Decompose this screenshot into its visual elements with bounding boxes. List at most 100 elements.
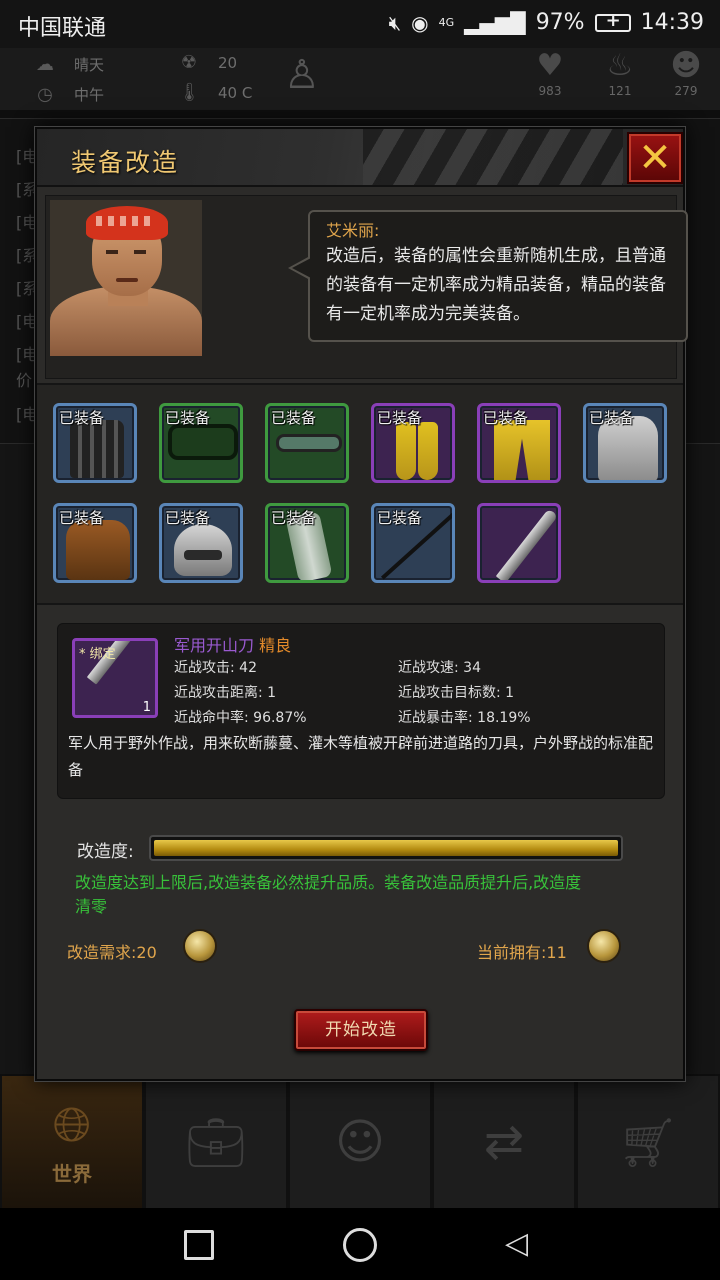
equipment-grid: 已装备 已装备 已装备 已装备 已装备 已装备 已装备 已装备 已装备 已装备 — [37, 383, 683, 605]
equipment-modify-dialog: 装备改造 ✕ 艾米丽: 改造后，装备的属性会重新随机生成，且普通的装备有一定机率… — [35, 127, 688, 1081]
tab-world[interactable]: 🌐︎ 世界 — [2, 1076, 142, 1208]
equipped-tag: 已装备 — [589, 409, 635, 427]
item-name: 军用开山刀 — [174, 636, 255, 655]
bottle-cap-icon — [183, 929, 217, 963]
backpack-icon: 💼︎ — [185, 1114, 247, 1171]
speaker-name: 艾米丽: — [326, 221, 380, 240]
mute-icon: 🔇︎ — [388, 10, 402, 35]
item-description: 军人用于野外作战，用来砍断藤蔓、灌木等植被开辟前进道路的刀具，户外野战的标准配备 — [68, 734, 654, 779]
cart-icon: 🛒︎ — [617, 1114, 679, 1171]
time-of-day-text: 中午 — [74, 86, 105, 104]
npc-portrait — [50, 200, 202, 356]
game-bottom-nav: 🌐︎ 世界 💼︎ ☺ ⇄ 🛒︎ — [0, 1076, 720, 1208]
equipped-tag: 已装备 — [59, 409, 105, 427]
equipment-slot-machete[interactable] — [477, 503, 561, 583]
stat-melee-crit: 近战暴击率: 18.19% — [398, 710, 531, 726]
close-button[interactable]: ✕ — [627, 132, 683, 184]
modify-hint: 改造度达到上限后,改造装备必然提升品质。装备改造品质提升后,改造度清零 — [75, 873, 582, 916]
equipped-tag: 已装备 — [59, 509, 105, 527]
tactical-vest-icon — [70, 420, 124, 478]
back-button[interactable]: ◁ — [505, 1228, 528, 1260]
game-hud: ☁ 晴天 ◷ 中午 ☢ 20 🌡︎ 40 C ♙ ♥ 983 ♨ 121 ☻ 2… — [0, 48, 720, 110]
helmet-icon — [174, 524, 232, 576]
equipped-tag: 已装备 — [483, 409, 529, 427]
start-modify-label: 开始改造 — [325, 1020, 397, 1040]
hunger-value: 121 — [608, 84, 632, 98]
equipped-tag: 已装备 — [377, 509, 423, 527]
tab-shop[interactable]: 🛒︎ — [578, 1076, 718, 1208]
tab-backpack[interactable]: 💼︎ — [146, 1076, 286, 1208]
recent-apps-button[interactable] — [184, 1230, 214, 1260]
carrier-name: 中国联通 — [18, 16, 107, 41]
tab-skills[interactable]: ☺ — [290, 1076, 430, 1208]
equipment-slot-spear[interactable]: 已装备 — [371, 503, 455, 583]
equipment-slot-jacket[interactable]: 已装备 — [53, 503, 137, 583]
item-detail-panel: * 绑定 1 军用开山刀 精良 近战攻击: 42 近战攻击距离: 1 近战命中率… — [57, 623, 665, 799]
radiation-icon: ☢ — [180, 52, 198, 73]
body-status-icon[interactable]: ♙ — [284, 52, 320, 98]
tab-trade[interactable]: ⇄ — [434, 1076, 574, 1208]
modify-progress-bar — [149, 835, 623, 861]
sock-icon — [396, 422, 416, 480]
requirement-text: 改造需求:20 — [67, 943, 157, 962]
equipment-slot-armguard[interactable]: 已装备 — [265, 503, 349, 583]
dialog-title: 装备改造 — [71, 148, 180, 177]
log-line: 价 — [16, 371, 33, 390]
temperature-value: 40 C — [218, 84, 253, 102]
equipment-slot-pants[interactable]: 已装备 — [477, 403, 561, 483]
dialog-header: 装备改造 — [37, 129, 683, 187]
health-value: 983 — [538, 84, 562, 98]
npc-dialogue: 艾米丽: 改造后，装备的属性会重新随机生成，且普通的装备有一定机率成为精品装备，… — [45, 195, 688, 379]
close-icon: ✕ — [638, 135, 672, 181]
system-nav-bar: ◁ — [0, 1208, 720, 1280]
status-bar: 中国联通 🔇︎ ◉ 4G ▂▄▆█ 97% 14:39 — [0, 0, 720, 48]
equipped-tag: 已装备 — [165, 409, 211, 427]
speech-text: 改造后，装备的属性会重新随机生成，且普通的装备有一定机率成为精品装备，精品的装备… — [326, 246, 666, 324]
thermometer-icon: 🌡︎ — [178, 82, 201, 103]
stat-melee-speed: 近战攻速: 34 — [398, 660, 481, 676]
equipment-slot-goggles[interactable]: 已装备 — [159, 403, 243, 483]
eye-icon: ◉ — [411, 10, 429, 35]
speech-bubble: 艾米丽: 改造后，装备的属性会重新随机生成，且普通的装备有一定机率成为精品装备，… — [288, 210, 688, 342]
radiation-value: 20 — [218, 54, 238, 72]
modify-progress-label: 改造度: — [77, 842, 134, 862]
mind-icon: ☻ — [670, 48, 702, 83]
equipment-slot-glasses[interactable]: 已装备 — [265, 403, 349, 483]
heart-icon: ♥ — [536, 48, 564, 83]
sock-icon — [418, 422, 438, 480]
globe-icon: 🌐︎ — [52, 1097, 92, 1153]
owned-text: 当前拥有:11 — [477, 943, 567, 962]
stat-melee-targets: 近战攻击目标数: 1 — [398, 685, 515, 701]
equipment-slot-body[interactable]: 已装备 — [583, 403, 667, 483]
equipped-tag: 已装备 — [377, 409, 423, 427]
equipped-tag: 已装备 — [165, 509, 211, 527]
machete-icon — [495, 508, 558, 580]
selected-item-slot[interactable]: * 绑定 1 — [72, 638, 158, 718]
equipment-slot-helmet[interactable]: 已装备 — [159, 503, 243, 583]
mind-value: 279 — [674, 84, 698, 98]
network-type: 4G — [438, 15, 455, 29]
item-quality: 精良 — [259, 636, 292, 655]
clock-icon: ◷ — [37, 83, 53, 105]
stat-melee-attack: 近战攻击: 42 — [174, 660, 257, 676]
stat-melee-accuracy: 近战命中率: 96.87% — [174, 710, 307, 726]
trade-icon: ⇄ — [483, 1114, 525, 1170]
battery-percent: 97% — [535, 10, 585, 35]
home-button[interactable] — [343, 1228, 377, 1262]
equipment-slot-socks[interactable]: 已装备 — [371, 403, 455, 483]
equipped-tag: 已装备 — [271, 409, 317, 427]
signal-icon: ▂▄▆█ — [464, 10, 526, 35]
start-modify-button[interactable]: 开始改造 — [294, 1009, 428, 1051]
status-icons: 🔇︎ ◉ 4G ▂▄▆█ 97% 14:39 — [388, 10, 704, 36]
battery-icon — [594, 10, 631, 32]
goggles-icon — [168, 424, 238, 460]
bottle-cap-icon — [587, 929, 621, 963]
equipment-slot-vest[interactable]: 已装备 — [53, 403, 137, 483]
modify-progress-fill — [154, 840, 618, 856]
bound-tag: * 绑定 — [79, 647, 116, 662]
hunger-icon: ♨ — [606, 48, 634, 83]
pants-icon — [494, 420, 550, 480]
clock: 14:39 — [640, 10, 704, 35]
stat-melee-range: 近战攻击距离: 1 — [174, 685, 277, 701]
weather-icon: ☁ — [36, 53, 54, 75]
